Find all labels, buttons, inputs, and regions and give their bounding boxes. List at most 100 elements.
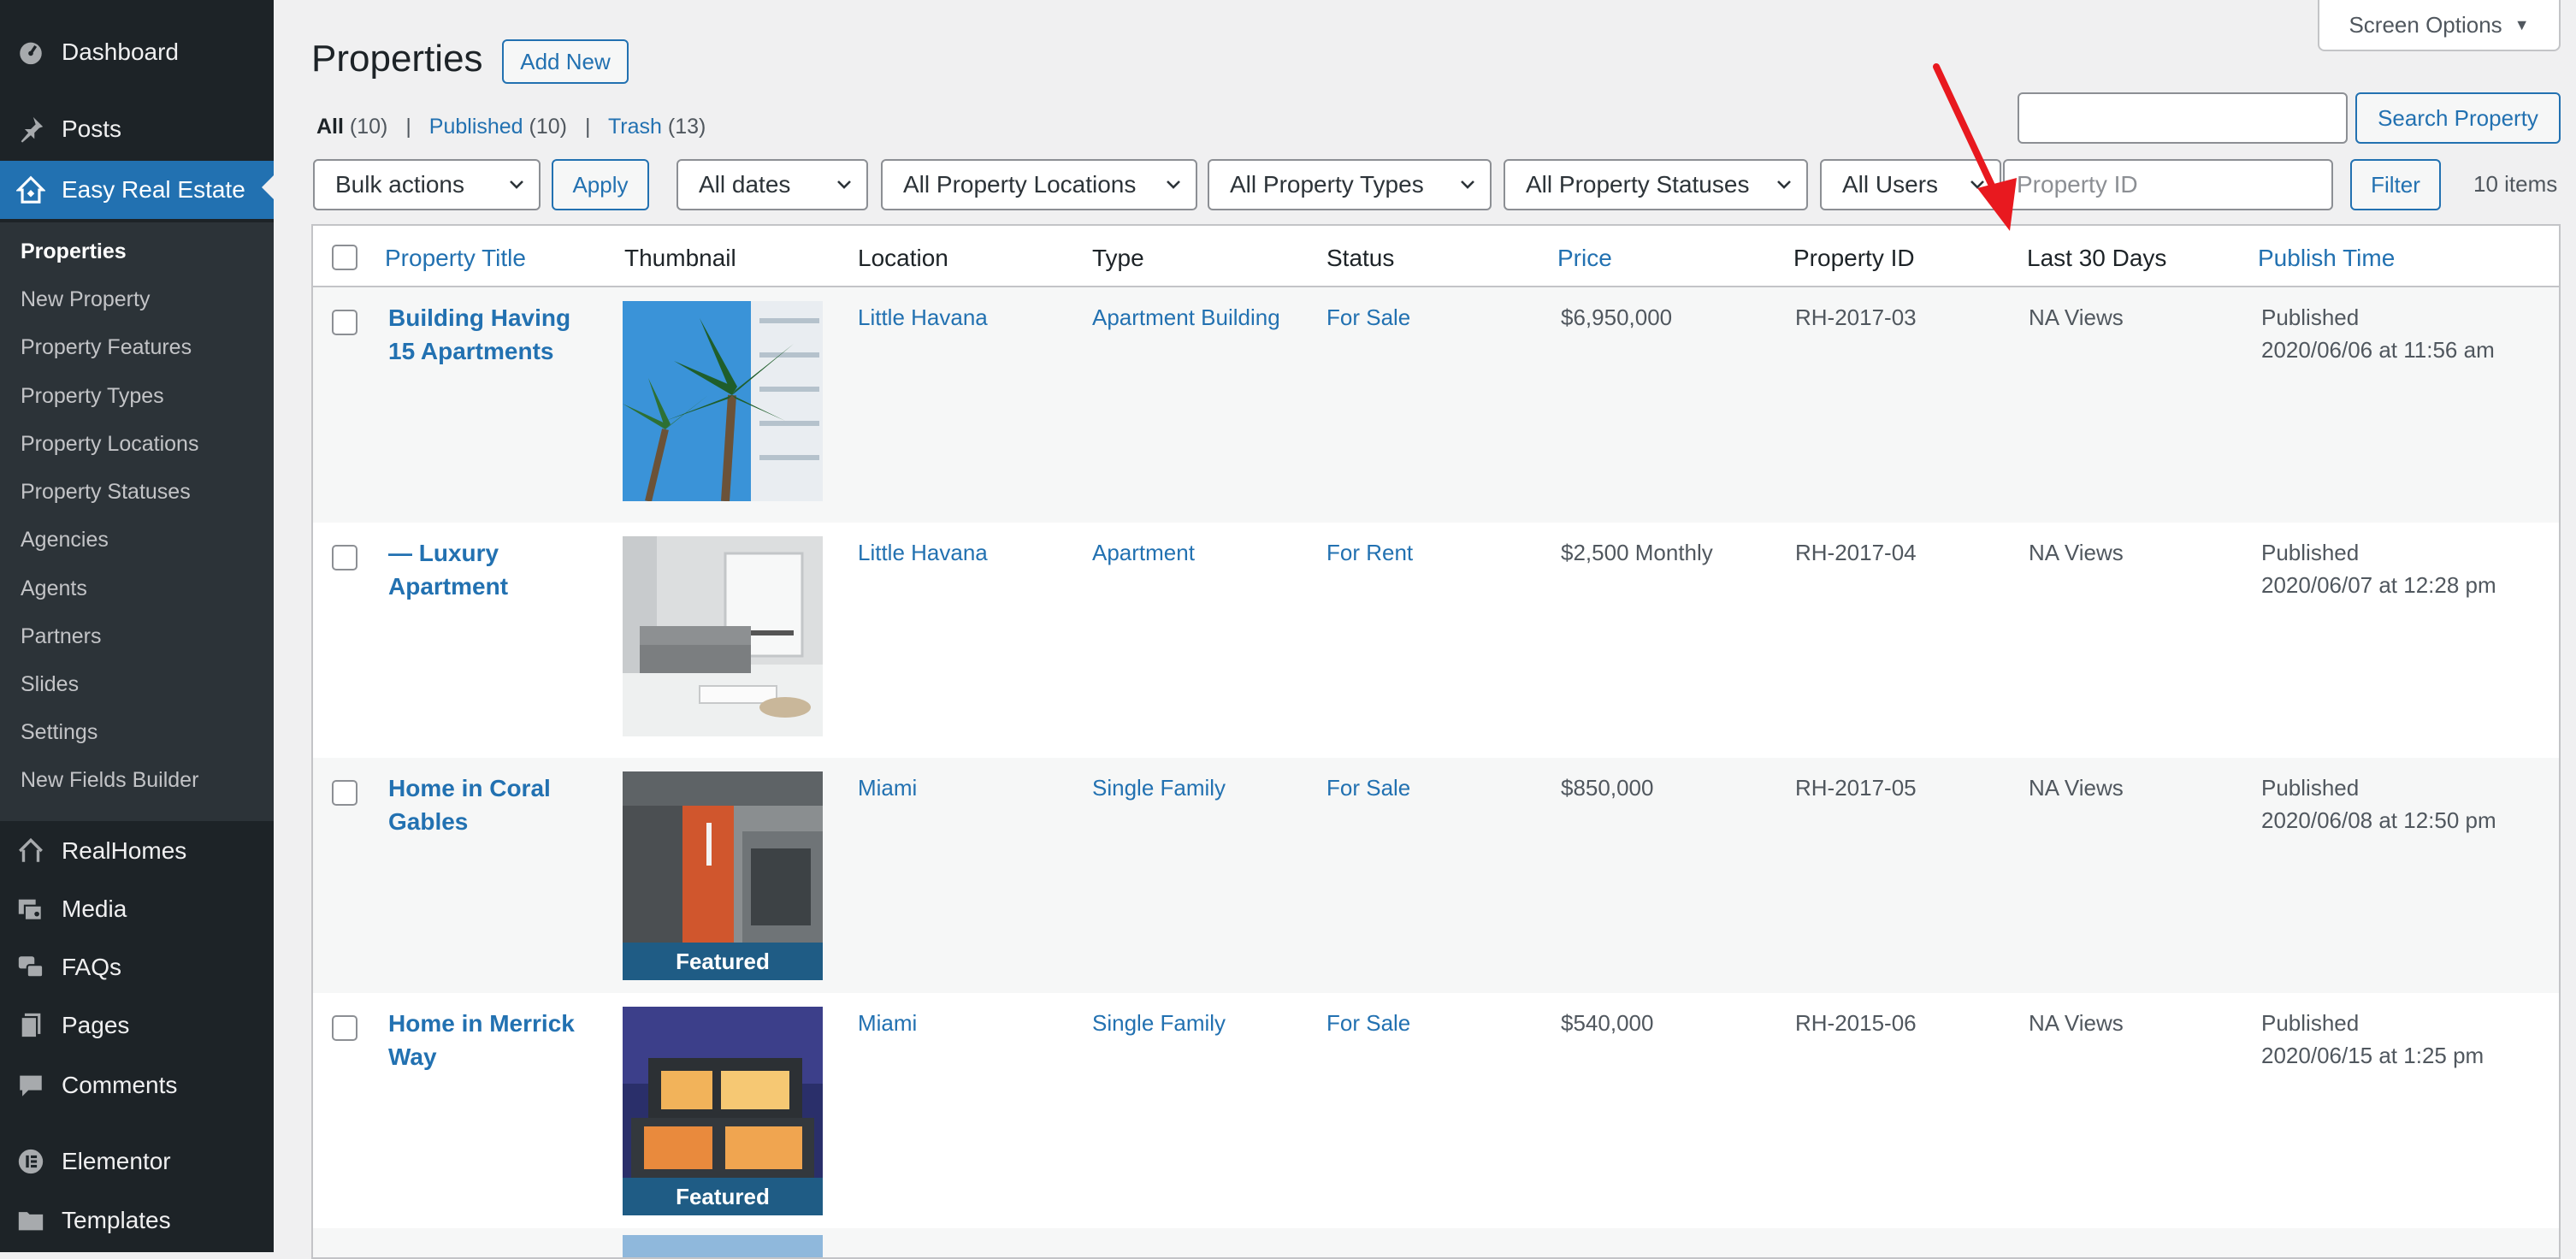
publish-time-value: 2020/06/07 at 12:28 pm [2261,572,2496,598]
pin-icon [15,114,46,145]
table-row: Home in Merrick Way Featured Miami Singl… [313,993,2559,1228]
featured-badge: Featured [623,1178,823,1215]
submenu-partners[interactable]: Partners [21,624,101,649]
column-type: Type [1092,245,1144,271]
menu-label: Posts [62,115,122,142]
view-published[interactable]: Published [429,115,523,139]
view-all[interactable]: All [316,115,344,139]
statuses-filter-select[interactable]: All Property Statuses [1504,159,1808,210]
menu-label: Pages [62,1012,130,1038]
view-trash[interactable]: Trash [608,115,662,139]
property-thumbnail[interactable]: Featured [623,771,823,980]
property-title-link[interactable]: Building Having 15 Apartments [388,301,594,368]
submenu-settings[interactable]: Settings [21,720,97,745]
menu-pages[interactable]: Pages [0,999,274,1052]
column-property-id: Property ID [1793,245,1915,271]
menu-label: RealHomes [62,837,187,864]
users-filter-select[interactable]: All Users [1820,159,2001,210]
palm-trees-photo [623,301,823,501]
filter-button[interactable]: Filter [2350,159,2441,210]
column-property-title[interactable]: Property Title [385,245,526,272]
status-link[interactable]: For Rent [1326,536,1413,569]
select-value: All Property Locations [903,171,1137,198]
chevron-down-icon [1970,180,1984,189]
row-checkbox[interactable] [332,1015,357,1041]
submenu-property-locations[interactable]: Property Locations [21,432,198,457]
property-thumbnail[interactable]: Featured [623,1007,823,1215]
property-title-link[interactable]: Home in Coral Gables [388,771,594,838]
add-new-button[interactable]: Add New [502,39,629,84]
submenu-property-statuses[interactable]: Property Statuses [21,480,191,505]
status-link[interactable]: For Sale [1326,1007,1410,1039]
property-thumbnail[interactable] [623,1235,823,1257]
property-id-input[interactable] [2003,159,2333,210]
price-value: $540,000 [1561,1010,1654,1036]
type-link[interactable]: Apartment [1092,536,1195,569]
menu-label: Elementor [62,1148,171,1174]
apply-button[interactable]: Apply [552,159,649,210]
select-value: All Property Types [1230,171,1424,198]
views-value: NA Views [2029,304,2124,330]
dates-filter-select[interactable]: All dates [676,159,868,210]
chevron-down-icon [510,180,523,189]
view-published-count: (10) [529,115,568,139]
screen-options-label: Screen Options [2349,11,2502,38]
price-value: $6,950,000 [1561,304,1673,330]
row-checkbox[interactable] [332,545,357,570]
location-link[interactable]: Little Havana [858,536,988,569]
submenu-agencies[interactable]: Agencies [21,528,109,553]
menu-easy-real-estate[interactable]: Easy Real Estate [0,161,274,219]
types-filter-select[interactable]: All Property Types [1208,159,1492,210]
location-link[interactable]: Miami [858,771,917,804]
chevron-down-icon [1461,180,1474,189]
menu-media[interactable]: Media [0,883,274,936]
bulk-actions-select[interactable]: Bulk actions [313,159,541,210]
menu-faqs[interactable]: FAQs [0,941,274,994]
search-property-button[interactable]: Search Property [2355,92,2561,144]
property-thumbnail[interactable] [623,536,823,736]
location-link[interactable]: Little Havana [858,301,988,334]
menu-realhomes[interactable]: RealHomes [0,825,274,878]
submenu-new-fields-builder[interactable]: New Fields Builder [21,768,198,793]
type-link[interactable]: Apartment Building [1092,301,1280,334]
type-link[interactable]: Single Family [1092,771,1226,804]
menu-comments[interactable]: Comments [0,1059,274,1112]
property-title-link[interactable]: — Luxury Apartment [388,536,594,603]
publish-time-value: 2020/06/15 at 1:25 pm [2261,1043,2484,1068]
submenu-property-features[interactable]: Property Features [21,335,192,360]
type-link[interactable]: Single Family [1092,1007,1226,1039]
select-value: All Property Statuses [1526,171,1750,198]
property-thumbnail[interactable] [623,301,823,501]
menu-label: FAQs [62,954,122,980]
property-title-link[interactable]: Home in Merrick Way [388,1007,594,1073]
submenu-slides[interactable]: Slides [21,672,79,697]
submenu-agents[interactable]: Agents [21,576,87,601]
column-publish-time[interactable]: Publish Time [2258,245,2395,272]
table-row: — Luxury Apartment Little Havana Apartme… [313,523,2559,758]
row-checkbox[interactable] [332,780,357,806]
column-price[interactable]: Price [1557,245,1612,272]
status-link[interactable]: For Sale [1326,301,1410,334]
items-count: 10 items [2473,171,2558,197]
locations-filter-select[interactable]: All Property Locations [881,159,1197,210]
status-link[interactable]: For Sale [1326,771,1410,804]
admin-sidebar: Dashboard Posts Easy Real Estate Propert… [0,0,274,1252]
folder-icon [15,1205,46,1236]
column-status: Status [1326,245,1395,271]
screen-options-button[interactable]: Screen Options ▼ [2318,0,2561,51]
menu-elementor[interactable]: Elementor [0,1135,274,1188]
faqs-icon [15,952,46,983]
house-icon [15,174,46,205]
menu-templates[interactable]: Templates [0,1194,274,1247]
submenu-new-property[interactable]: New Property [21,287,150,312]
menu-dashboard[interactable]: Dashboard [0,26,274,79]
location-link[interactable]: Miami [858,1007,917,1039]
menu-label: Templates [62,1207,171,1233]
submenu-property-types[interactable]: Property Types [21,384,164,409]
row-checkbox[interactable] [332,310,357,335]
select-all-checkbox[interactable] [332,245,357,270]
submenu-properties[interactable]: Properties [21,239,127,264]
view-all-count: (10) [349,115,388,139]
menu-posts[interactable]: Posts [0,103,274,156]
search-input[interactable] [2018,92,2348,144]
